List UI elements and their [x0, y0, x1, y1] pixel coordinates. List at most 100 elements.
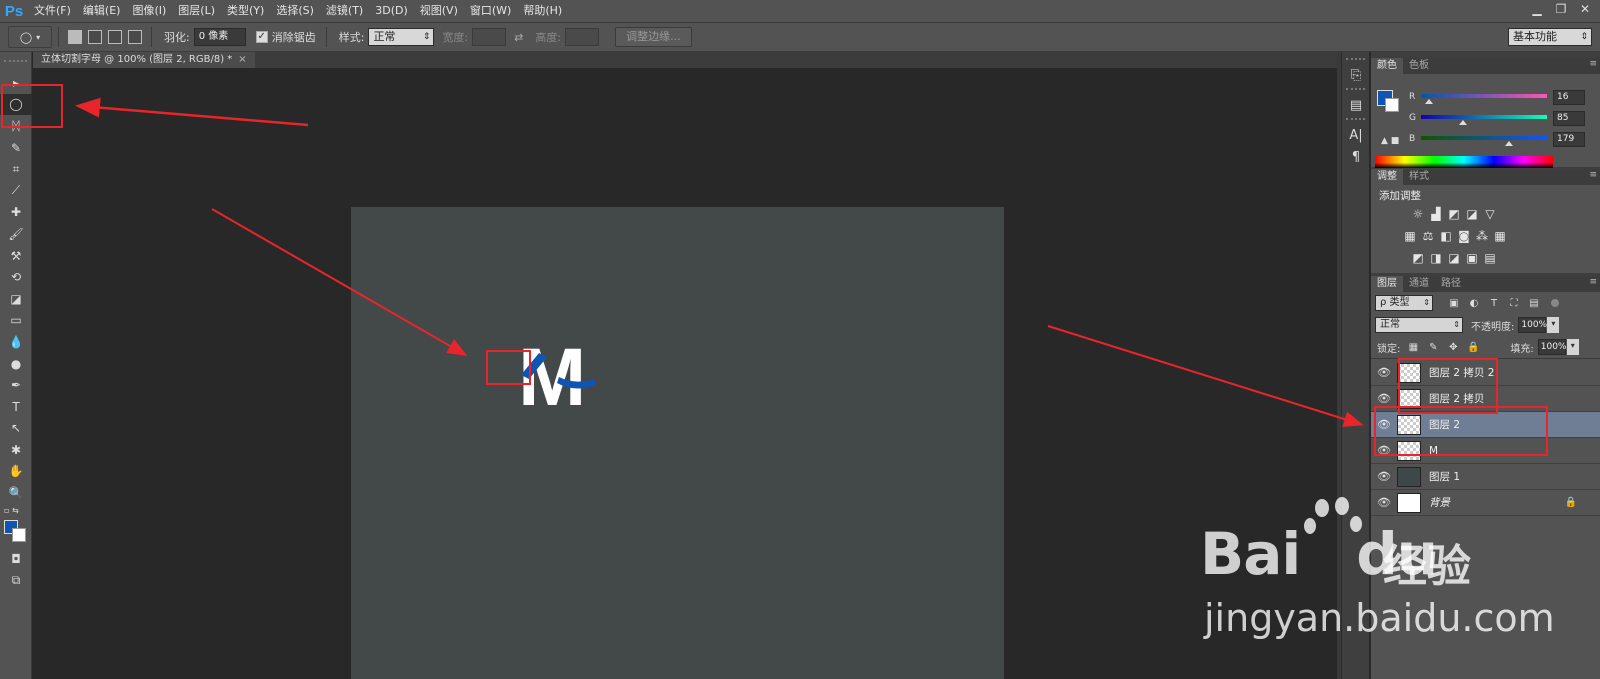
menu-type[interactable]: 类型(Y): [221, 0, 270, 22]
filter-pixel-icon[interactable]: ▣: [1447, 296, 1461, 310]
menu-help[interactable]: 帮助(H): [517, 0, 568, 22]
intersect-selection-button[interactable]: [128, 30, 142, 44]
layer-filter-select[interactable]: ρ 类型 ⇕: [1375, 295, 1433, 311]
background-color-swatch[interactable]: [12, 528, 26, 542]
lock-image-pixels-icon[interactable]: ✎: [1426, 340, 1440, 354]
dodge-icon[interactable]: ●: [0, 353, 32, 375]
crop-icon[interactable]: ⌗: [0, 158, 32, 180]
color-lookup-icon[interactable]: ▦: [1491, 227, 1509, 245]
shape-icon[interactable]: ✱: [0, 439, 32, 461]
color-spectrum-ramp[interactable]: [1375, 156, 1553, 168]
eye-icon[interactable]: 👁: [1371, 470, 1397, 483]
document-tab[interactable]: 立体切割字母 @ 100% (图层 2, RGB/8) * ×: [33, 52, 255, 68]
menu-file[interactable]: 文件(F): [28, 0, 77, 22]
eye-icon[interactable]: 👁: [1371, 366, 1397, 379]
quick-select-icon[interactable]: ✎: [0, 137, 32, 159]
lock-position-icon[interactable]: ✥: [1446, 340, 1460, 354]
pen-icon[interactable]: ✒: [0, 374, 32, 396]
tab-channels[interactable]: 通道: [1403, 276, 1435, 292]
threshold-icon[interactable]: ◪: [1445, 249, 1463, 267]
layer-row[interactable]: 👁 图层 1: [1371, 464, 1600, 490]
channel-mixer-icon[interactable]: ⁂: [1473, 227, 1491, 245]
filter-type-icon[interactable]: T: [1487, 296, 1501, 310]
blur-icon[interactable]: 💧: [0, 331, 32, 353]
restore-icon[interactable]: ❐: [1550, 0, 1572, 18]
style-select[interactable]: 正常 ⇕: [368, 28, 435, 46]
green-value-input[interactable]: 85: [1553, 111, 1585, 126]
eraser-icon[interactable]: ◪: [0, 288, 32, 310]
properties-panel-icon[interactable]: ▤: [1342, 94, 1370, 116]
clone-stamp-icon[interactable]: ⚒: [0, 245, 32, 267]
subtract-from-selection-button[interactable]: [108, 30, 122, 44]
background-color-chip[interactable]: [1385, 98, 1399, 112]
out-of-gamut-icon[interactable]: ▲ ■: [1381, 136, 1399, 146]
menu-layer[interactable]: 图层(L): [172, 0, 221, 22]
vibrance-icon[interactable]: ▽: [1481, 205, 1499, 223]
menu-window[interactable]: 窗口(W): [464, 0, 517, 22]
blue-value-input[interactable]: 179: [1553, 132, 1585, 147]
tab-layers[interactable]: 图层: [1371, 276, 1403, 292]
brush-icon[interactable]: 🖌: [0, 223, 32, 245]
panel-menu-icon[interactable]: ≡: [1589, 59, 1597, 69]
close-icon[interactable]: ×: [238, 54, 246, 65]
tab-color[interactable]: 颜色: [1371, 58, 1403, 74]
new-selection-button[interactable]: [68, 30, 82, 44]
menu-edit[interactable]: 编辑(E): [77, 0, 127, 22]
feather-input[interactable]: 0 像素: [193, 28, 246, 46]
color-balance-icon[interactable]: ⚖: [1419, 227, 1437, 245]
screen-mode-icon[interactable]: ⧉: [0, 570, 32, 592]
red-slider[interactable]: [1421, 94, 1547, 98]
tab-swatches[interactable]: 色板: [1403, 58, 1435, 74]
lock-all-icon[interactable]: 🔒: [1466, 340, 1480, 354]
canvas-area[interactable]: M: [33, 68, 1337, 679]
chevron-down-icon[interactable]: ▾: [1566, 339, 1579, 355]
selective-color-icon[interactable]: ▣: [1463, 249, 1481, 267]
blend-mode-select[interactable]: 正常 ⇕: [1375, 317, 1463, 333]
character-panel-icon[interactable]: A|: [1342, 124, 1370, 146]
menu-image[interactable]: 图像(I): [126, 0, 172, 22]
width-input[interactable]: [472, 28, 507, 46]
levels-icon[interactable]: ▟: [1427, 205, 1445, 223]
red-slider-thumb[interactable]: [1424, 99, 1433, 104]
menu-3d[interactable]: 3D(D): [369, 0, 414, 22]
layer-name[interactable]: 图层 1: [1429, 469, 1460, 484]
panel-menu-icon[interactable]: ≡: [1589, 170, 1597, 180]
minimize-icon[interactable]: ▁: [1526, 0, 1548, 18]
type-icon[interactable]: T: [0, 396, 32, 418]
panel-grip[interactable]: [4, 60, 27, 68]
close-icon[interactable]: ✕: [1574, 0, 1596, 18]
layer-name[interactable]: 背景: [1429, 495, 1450, 510]
history-panel-icon[interactable]: ⎘: [1342, 64, 1370, 86]
red-value-input[interactable]: 16: [1553, 90, 1585, 105]
gradient-map-icon[interactable]: ▤: [1481, 249, 1499, 267]
hand-icon[interactable]: ✋: [0, 461, 32, 483]
eye-icon[interactable]: 👁: [1371, 392, 1397, 405]
panel-grip[interactable]: [1346, 88, 1365, 92]
tab-adjustments[interactable]: 调整: [1371, 169, 1403, 185]
refine-edge-button[interactable]: 调整边缘...: [615, 27, 692, 47]
menu-select[interactable]: 选择(S): [270, 0, 320, 22]
chevron-down-icon[interactable]: ▾: [1547, 317, 1560, 333]
add-to-selection-button[interactable]: [88, 30, 102, 44]
blue-slider-thumb[interactable]: [1505, 141, 1514, 146]
hue-saturation-icon[interactable]: ▦: [1401, 227, 1419, 245]
panel-menu-icon[interactable]: ≡: [1589, 277, 1597, 287]
menu-view[interactable]: 视图(V): [414, 0, 464, 22]
filter-toggle-icon[interactable]: [1551, 299, 1559, 307]
path-select-icon[interactable]: ↖: [0, 418, 32, 440]
quick-mask-icon[interactable]: ◘: [0, 548, 32, 570]
green-slider-thumb[interactable]: [1458, 120, 1467, 125]
tab-styles[interactable]: 样式: [1403, 169, 1435, 185]
brightness-contrast-icon[interactable]: ☼: [1409, 205, 1427, 223]
curves-icon[interactable]: ◩: [1445, 205, 1463, 223]
zoom-icon[interactable]: 🔍: [0, 482, 32, 504]
panel-grip[interactable]: [1346, 58, 1365, 62]
eye-icon[interactable]: 👁: [1371, 496, 1397, 509]
exposure-icon[interactable]: ◪: [1463, 205, 1481, 223]
filter-shape-icon[interactable]: ⛶: [1507, 296, 1521, 310]
tool-preset-picker[interactable]: ◯ ▾: [8, 26, 52, 48]
filter-smart-object-icon[interactable]: ▤: [1527, 296, 1541, 310]
photo-filter-icon[interactable]: ◙: [1455, 227, 1473, 245]
tab-paths[interactable]: 路径: [1435, 276, 1467, 292]
height-input[interactable]: [565, 28, 600, 46]
